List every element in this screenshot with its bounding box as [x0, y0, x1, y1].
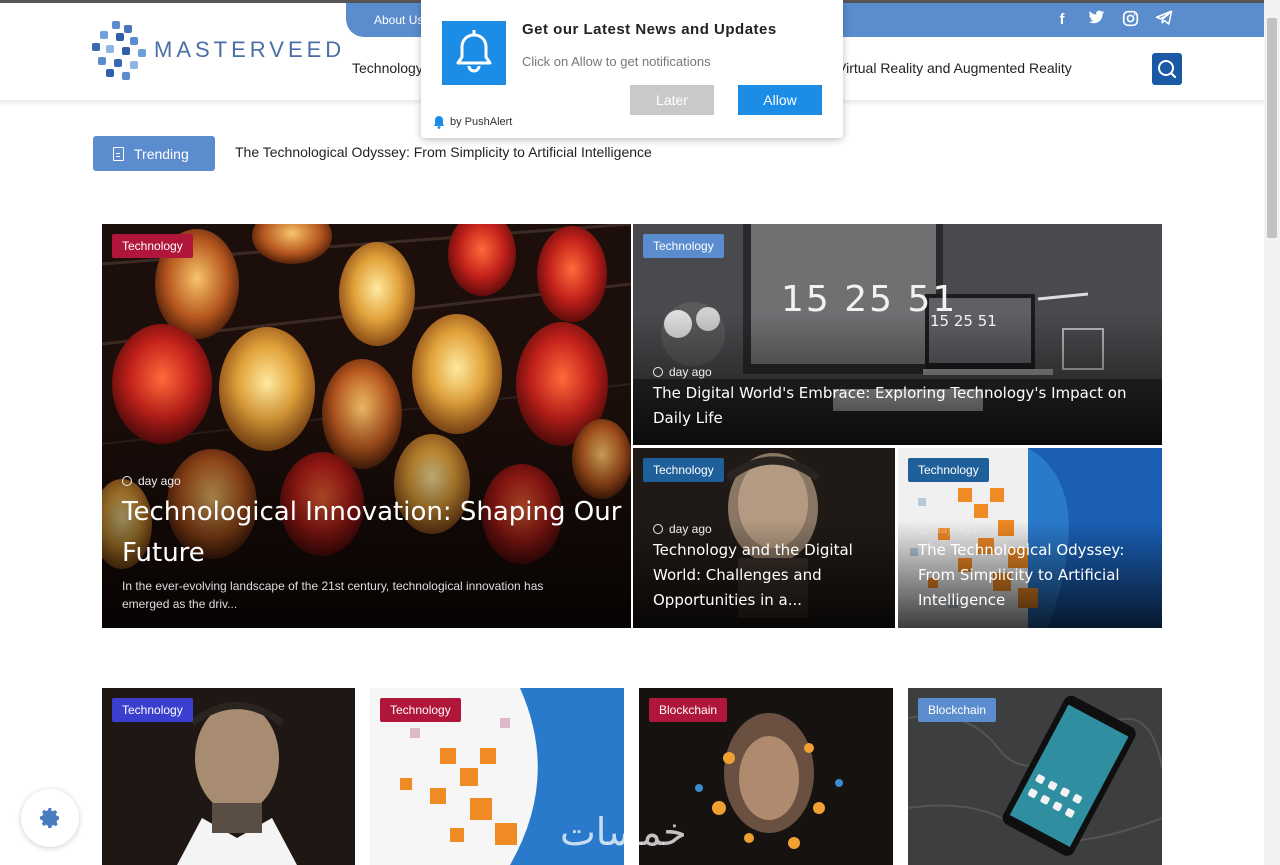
- search-button[interactable]: [1152, 53, 1182, 85]
- hero-bottom-left-card[interactable]: Technology day ago Technology and the Di…: [633, 448, 895, 628]
- clock-icon: [122, 476, 132, 486]
- trending-button[interactable]: Trending: [93, 136, 215, 171]
- category-badge[interactable]: Technology: [112, 234, 193, 258]
- search-icon: [1158, 60, 1177, 79]
- hero-top-right-card[interactable]: 15 25 51 15 25 51 Technology day ago The…: [633, 224, 1162, 445]
- nav-item-vr-ar[interactable]: Virtual Reality and Augmented Reality: [837, 60, 1072, 76]
- category-badge[interactable]: Blockchain: [918, 698, 997, 722]
- category-badge[interactable]: Technology: [643, 234, 724, 258]
- grid-card-4[interactable]: Blockchain: [908, 688, 1162, 865]
- settings-button[interactable]: [21, 789, 79, 847]
- popup-title: Get our Latest News and Updates: [522, 21, 777, 38]
- category-badge[interactable]: Technology: [112, 698, 193, 722]
- category-badge[interactable]: Technology: [380, 698, 461, 722]
- clock-icon: [918, 524, 928, 534]
- popup-subtitle: Click on Allow to get notifications: [522, 54, 711, 69]
- post-title[interactable]: The Digital World's Embrace: Exploring T…: [653, 381, 1153, 431]
- grid-card-1[interactable]: Technology: [102, 688, 355, 865]
- small-bell-icon: [434, 116, 444, 129]
- post-title[interactable]: The Technological Odyssey: From Simplici…: [918, 538, 1158, 613]
- watermark-text: خمسات: [560, 810, 687, 854]
- about-us-link[interactable]: About Us: [374, 13, 423, 27]
- scrollbar-thumb[interactable]: [1267, 18, 1277, 238]
- pushalert-text: by PushAlert: [450, 116, 513, 128]
- telegram-icon[interactable]: [1154, 10, 1174, 30]
- category-badge[interactable]: Blockchain: [649, 698, 728, 722]
- post-time: day ago: [918, 522, 977, 536]
- post-time: day ago: [653, 522, 712, 536]
- hero-bottom-right-card[interactable]: Technology day ago The Technological Ody…: [898, 448, 1162, 628]
- post-time: day ago: [122, 474, 181, 488]
- notification-popup: Get our Latest News and Updates Click on…: [421, 0, 843, 138]
- later-button[interactable]: Later: [630, 85, 714, 115]
- logo[interactable]: MASTERVEED: [88, 19, 345, 81]
- gear-icon: [40, 808, 59, 828]
- clock-display-small: 15 25 51: [930, 312, 997, 330]
- post-excerpt: In the ever-evolving landscape of the 21…: [122, 579, 544, 611]
- document-icon: [113, 146, 124, 161]
- post-title[interactable]: Technology and the Digital World: Challe…: [653, 538, 888, 613]
- hero-main-card[interactable]: Technology day ago Technological Innovat…: [102, 224, 631, 628]
- category-badge[interactable]: Technology: [908, 458, 989, 482]
- logo-mark-icon: [88, 19, 150, 81]
- allow-button[interactable]: Allow: [738, 85, 822, 115]
- twitter-icon[interactable]: [1086, 10, 1106, 30]
- trending-label: Trending: [134, 145, 189, 162]
- facebook-icon[interactable]: f: [1052, 10, 1072, 30]
- time-text: day ago: [138, 474, 181, 488]
- logo-text: MASTERVEED: [154, 37, 346, 62]
- clock-icon: [653, 367, 663, 377]
- page-scrollbar[interactable]: [1264, 0, 1280, 865]
- instagram-icon[interactable]: [1120, 10, 1140, 30]
- post-time: day ago: [653, 365, 712, 379]
- time-text: day ago: [669, 365, 712, 379]
- trending-headline[interactable]: The Technological Odyssey: From Simplici…: [235, 144, 652, 160]
- clock-icon: [653, 524, 663, 534]
- post-title[interactable]: Technological Innovation: Shaping Our Fu…: [122, 492, 622, 574]
- time-text: day ago: [934, 522, 977, 536]
- category-badge[interactable]: Technology: [643, 458, 724, 482]
- bell-icon: [442, 21, 506, 85]
- pushalert-credit[interactable]: by PushAlert: [433, 115, 512, 129]
- time-text: day ago: [669, 522, 712, 536]
- nav-item-technology[interactable]: Technology: [352, 60, 423, 76]
